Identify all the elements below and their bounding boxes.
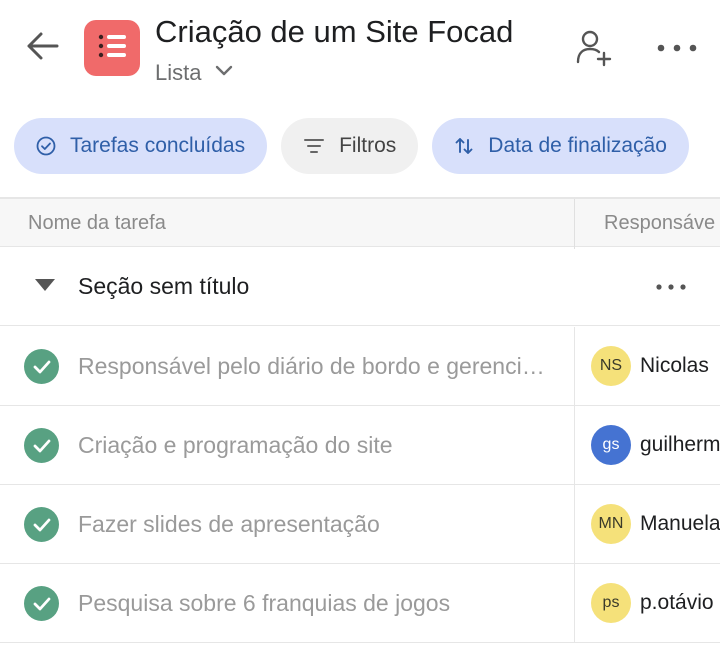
more-horizontal-icon <box>657 39 697 57</box>
column-divider <box>574 199 575 249</box>
section-header: Seção sem título <box>0 248 720 326</box>
table-header: Nome da tarefa Responsáve <box>0 197 720 249</box>
task-name[interactable]: Responsável pelo diário de bordo e geren… <box>78 353 548 380</box>
task-assignee[interactable]: ps p.otávio <box>591 583 714 623</box>
view-label: Lista <box>155 60 202 85</box>
avatar: gs <box>591 425 631 465</box>
task-row[interactable]: Criação e programação do site gs guilher… <box>0 406 720 485</box>
completed-check-icon[interactable] <box>24 349 59 384</box>
column-divider <box>574 406 575 485</box>
section-more-button[interactable] <box>648 274 694 298</box>
view-switcher[interactable]: Lista <box>155 60 233 86</box>
task-name[interactable]: Pesquisa sobre 6 franquias de jogos <box>78 590 548 617</box>
assignee-name: p.otávio <box>640 591 714 614</box>
filter-icon <box>303 137 325 155</box>
back-button[interactable] <box>22 28 62 68</box>
assignee-name: guilherm <box>640 433 720 456</box>
add-person-icon <box>575 29 613 72</box>
header: Criação de um Site Focad Lista <box>0 0 720 110</box>
avatar: NS <box>591 346 631 386</box>
list-icon <box>97 33 127 64</box>
task-name[interactable]: Criação e programação do site <box>78 432 548 459</box>
task-row[interactable]: Responsável pelo diário de bordo e geren… <box>0 327 720 406</box>
task-name[interactable]: Fazer slides de apresentação <box>78 511 548 538</box>
caret-down-icon[interactable] <box>34 278 56 297</box>
column-divider <box>574 564 575 643</box>
more-options-button[interactable] <box>650 28 704 68</box>
sort-label: Data de finalização <box>488 134 667 157</box>
task-assignee[interactable]: NS Nicolas <box>591 346 709 386</box>
avatar: ps <box>591 583 631 623</box>
filters-label: Filtros <box>339 134 397 157</box>
assignee-name: Manuela <box>640 512 720 535</box>
avatar: MN <box>591 504 631 544</box>
task-assignee[interactable]: gs guilherm <box>591 425 720 465</box>
section-title[interactable]: Seção sem título <box>78 273 249 300</box>
assignee-name: Nicolas <box>640 354 709 377</box>
task-row[interactable]: Pesquisa sobre 6 franquias de jogos ps p… <box>0 564 720 643</box>
column-divider <box>574 327 575 406</box>
chevron-down-icon <box>215 64 233 82</box>
completed-check-icon[interactable] <box>24 586 59 621</box>
arrow-left-icon <box>25 31 59 66</box>
column-header-task-name[interactable]: Nome da tarefa <box>28 212 166 235</box>
completed-check-icon[interactable] <box>24 507 59 542</box>
column-divider <box>574 485 575 564</box>
completed-tasks-label: Tarefas concluídas <box>70 134 246 157</box>
project-title: Criação de um Site Focad <box>155 14 514 49</box>
filter-bar: Tarefas concluídas Filtros Data de final… <box>14 118 689 174</box>
column-header-assignee[interactable]: Responsáve <box>604 212 715 235</box>
add-member-button[interactable] <box>572 28 616 72</box>
filters-chip[interactable]: Filtros <box>281 118 419 174</box>
completed-tasks-filter-chip[interactable]: Tarefas concluídas <box>14 118 268 174</box>
completed-check-icon[interactable] <box>24 428 59 463</box>
more-horizontal-icon <box>656 277 686 295</box>
sort-icon <box>454 136 474 156</box>
task-assignee[interactable]: MN Manuela <box>591 504 720 544</box>
project-icon <box>84 20 140 76</box>
sort-chip[interactable]: Data de finalização <box>432 118 689 174</box>
task-row[interactable]: Fazer slides de apresentação MN Manuela <box>0 485 720 564</box>
check-circle-icon <box>36 136 56 156</box>
